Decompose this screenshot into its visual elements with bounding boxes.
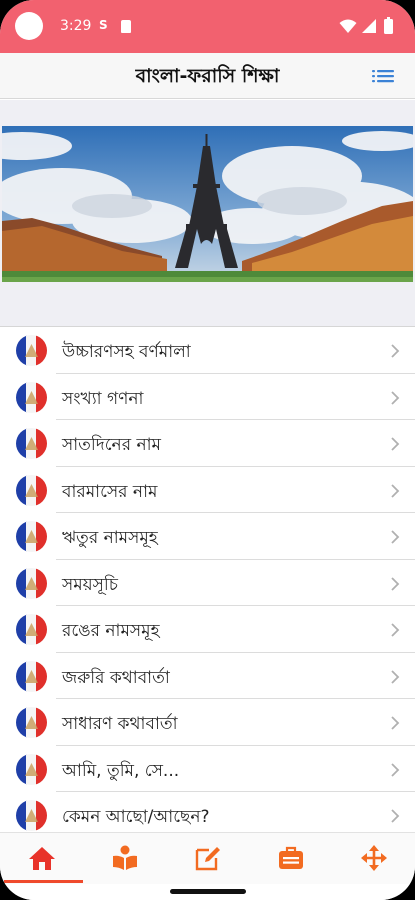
- home-indicator[interactable]: [170, 889, 246, 894]
- app-header: বাংলা-ফরাসি শিক্ষা: [0, 53, 415, 99]
- lesson-list-item[interactable]: আমি, তুমি, সে...: [0, 746, 415, 793]
- chevron-right-icon: [391, 483, 400, 498]
- chevron-right-icon: [391, 530, 400, 544]
- chevron-right-icon: [391, 762, 400, 777]
- battery-icon: [384, 17, 393, 34]
- chevron-right-icon: [391, 669, 400, 684]
- tab-edit[interactable]: [166, 833, 249, 885]
- french-flag-icon: [16, 753, 47, 785]
- lesson-list-item[interactable]: কেমন আছো/আছেন?: [0, 792, 415, 832]
- list-menu-icon[interactable]: [371, 66, 395, 86]
- lesson-label: সাতদিনের নাম: [62, 435, 161, 455]
- lesson-label: কেমন আছো/আছেন?: [62, 807, 210, 827]
- french-flag-icon: [16, 381, 47, 413]
- lesson-list-item[interactable]: সাতদিনের নাম: [0, 420, 415, 467]
- bottom-tab-bar: [0, 832, 415, 884]
- tab-reading[interactable]: [83, 833, 166, 885]
- chevron-right-icon: [391, 576, 400, 591]
- status-time: 3:29: [60, 18, 92, 34]
- lesson-label: ঋতুর নামসমূহ: [62, 528, 158, 548]
- french-flag-icon: [16, 800, 47, 831]
- chevron-right-icon: [391, 437, 400, 451]
- lesson-list-item[interactable]: জরুরি কথাবার্তা: [0, 653, 415, 700]
- camera-cutout: [15, 12, 43, 40]
- french-flag-icon: [16, 567, 47, 599]
- french-flag-icon: [16, 474, 47, 506]
- status-bar: 3:29 S: [0, 0, 415, 53]
- lesson-label: সংখ্যা গণনা: [62, 388, 144, 409]
- banner-area: [0, 100, 415, 327]
- lesson-label: সময়সূচি: [62, 574, 118, 595]
- lesson-list-item[interactable]: সাধারণ কথাবার্তা: [0, 699, 415, 746]
- active-tab-indicator: [4, 880, 83, 883]
- wifi-icon: [339, 19, 357, 33]
- lesson-list-item[interactable]: সংখ্যা গণনা: [0, 374, 415, 421]
- home-icon: [29, 847, 55, 870]
- lesson-label: রঙের নামসমূহ: [62, 621, 160, 641]
- french-flag-icon: [16, 707, 47, 738]
- lesson-label: উচ্চারণসহ বর্ণমালা: [62, 342, 191, 362]
- lesson-label: আমি, তুমি, সে...: [62, 760, 180, 781]
- lesson-list-item[interactable]: সময়সূচি: [0, 560, 415, 607]
- lesson-list-item[interactable]: রঙের নামসমূহ: [0, 606, 415, 653]
- chevron-right-icon: [391, 390, 400, 405]
- lesson-list: উচ্চারণসহ বর্ণমালা সংখ্যা গণনা সাতদিনের না…: [0, 327, 415, 832]
- tab-move[interactable]: [332, 833, 415, 885]
- lesson-list-item[interactable]: ঋতুর নামসমূহ: [0, 513, 415, 560]
- french-flag-icon: [16, 428, 47, 459]
- tab-toolbox[interactable]: [249, 833, 332, 885]
- lesson-label: জরুরি কথাবার্তা: [62, 667, 170, 688]
- chevron-right-icon: [391, 344, 400, 358]
- lesson-label: সাধারণ কথাবার্তা: [62, 714, 178, 734]
- status-s-icon: S: [99, 18, 108, 32]
- eiffel-tower-banner: [2, 126, 413, 282]
- chevron-right-icon: [391, 716, 400, 730]
- signal-icon: [362, 19, 376, 33]
- edit-icon: [195, 847, 220, 871]
- french-flag-icon: [16, 614, 47, 645]
- app-screen: 3:29 S বাংলা-ফরাসি শিক্ষা উচ্চারণসহ বর্ণ…: [0, 0, 415, 900]
- french-flag-icon: [16, 521, 47, 552]
- french-flag-icon: [16, 335, 47, 366]
- lesson-list-item[interactable]: বারমাসের নাম: [0, 467, 415, 514]
- chevron-right-icon: [391, 623, 400, 637]
- move-arrows-icon: [361, 845, 387, 871]
- lesson-label: বারমাসের নাম: [62, 481, 158, 502]
- page-title: বাংলা-ফরাসি শিক্ষা: [135, 65, 280, 87]
- sd-card-icon: [121, 20, 131, 33]
- chevron-right-icon: [391, 809, 400, 823]
- book-reader-icon: [113, 845, 137, 870]
- system-nav-bar: [0, 884, 415, 900]
- tab-home[interactable]: [0, 833, 83, 885]
- french-flag-icon: [16, 660, 47, 692]
- lesson-list-item[interactable]: উচ্চারণসহ বর্ণমালা: [0, 327, 415, 374]
- toolbox-icon: [279, 846, 303, 869]
